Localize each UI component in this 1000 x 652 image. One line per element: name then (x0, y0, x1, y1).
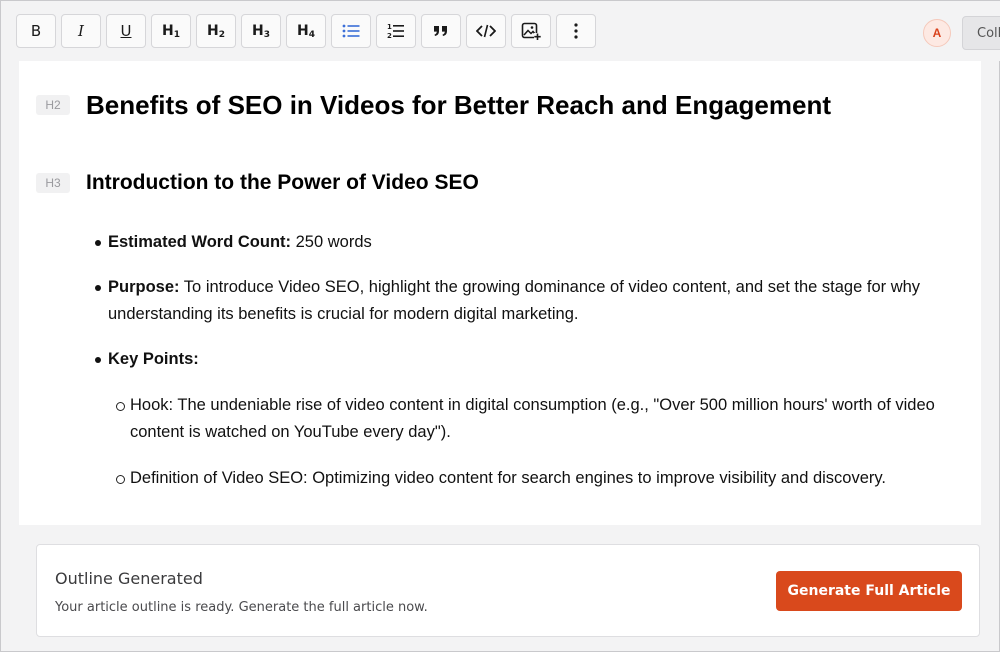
list-item-text: To introduce Video SEO, highlight the gr… (108, 278, 921, 323)
collaborate-button[interactable]: Coll (962, 16, 1000, 50)
sub-list-item[interactable]: Hook: The undeniable rise of video conte… (116, 392, 948, 446)
list-item[interactable]: Estimated Word Count: 250 words (95, 229, 948, 256)
heading-2-icon: H2 (207, 23, 225, 40)
editor-content[interactable]: H2 Benefits of SEO in Videos for Better … (19, 61, 981, 525)
heading-3-icon: H3 (252, 23, 270, 40)
svg-text:1: 1 (387, 23, 392, 31)
italic-icon: I (78, 22, 84, 40)
outline-generated-banner: Outline Generated Your article outline i… (36, 544, 980, 637)
underline-button[interactable]: U (106, 14, 146, 48)
heading-1-number: 1 (173, 29, 180, 40)
app-frame: B I U H1 H2 H3 H4 1 2 A Coll H2 Benefits… (0, 0, 1000, 652)
heading-4-button[interactable]: H4 (286, 14, 326, 48)
heading-1-button[interactable]: H1 (151, 14, 191, 48)
more-options-button[interactable] (556, 14, 596, 48)
key-points-list: Hook: The undeniable rise of video conte… (108, 392, 948, 492)
list-item[interactable]: Key Points: Hook: The undeniable rise of… (95, 346, 948, 492)
heading-1-icon: H1 (162, 23, 180, 40)
quote-button[interactable] (421, 14, 461, 48)
code-button[interactable] (466, 14, 506, 48)
numbered-list-icon: 1 2 (387, 23, 404, 40)
bullet-list-icon (342, 24, 360, 38)
banner-subtitle: Your article outline is ready. Generate … (55, 600, 428, 615)
image-add-icon (521, 22, 541, 40)
bullet-list-button[interactable] (331, 14, 371, 48)
subsection-heading[interactable]: Introduction to the Power of Video SEO (86, 171, 479, 195)
image-add-button[interactable] (511, 14, 551, 48)
code-icon (476, 24, 496, 38)
editor-toolbar: B I U H1 H2 H3 H4 1 2 A Coll (1, 1, 1000, 61)
list-item-label: Purpose: (108, 278, 180, 296)
heading-2-letter: H (207, 22, 219, 39)
heading-4-icon: H4 (297, 23, 315, 40)
sub-list-item[interactable]: Definition of Video SEO: Optimizing vide… (116, 465, 948, 492)
svg-text:2: 2 (387, 32, 392, 40)
quote-icon (434, 26, 447, 36)
generate-full-article-button[interactable]: Generate Full Article (776, 571, 962, 611)
numbered-list-button[interactable]: 1 2 (376, 14, 416, 48)
h3-tag: H3 (36, 173, 70, 193)
list-item-label: Key Points: (108, 350, 199, 368)
heading-2-button[interactable]: H2 (196, 14, 236, 48)
h2-tag: H2 (36, 95, 70, 115)
heading-2-number: 2 (218, 29, 225, 40)
list-item-text: 250 words (291, 233, 372, 251)
section-heading[interactable]: Benefits of SEO in Videos for Better Rea… (86, 90, 831, 121)
bold-icon: B (30, 22, 42, 40)
banner-title: Outline Generated (55, 569, 203, 588)
heading-4-letter: H (297, 22, 309, 39)
underline-icon: U (120, 22, 132, 40)
list-item-label: Estimated Word Count: (108, 233, 292, 251)
italic-button[interactable]: I (61, 14, 101, 48)
outline-bullet-list: Estimated Word Count: 250 words Purpose:… (95, 229, 948, 511)
heading-1-letter: H (162, 22, 174, 39)
heading-3-letter: H (252, 22, 264, 39)
heading-3-button[interactable]: H3 (241, 14, 281, 48)
user-avatar[interactable]: A (923, 19, 951, 47)
bold-button[interactable]: B (16, 14, 56, 48)
more-vertical-icon (574, 23, 578, 39)
heading-3-number: 3 (263, 29, 270, 40)
list-item[interactable]: Purpose: To introduce Video SEO, highlig… (95, 274, 948, 328)
heading-4-number: 4 (308, 29, 315, 40)
